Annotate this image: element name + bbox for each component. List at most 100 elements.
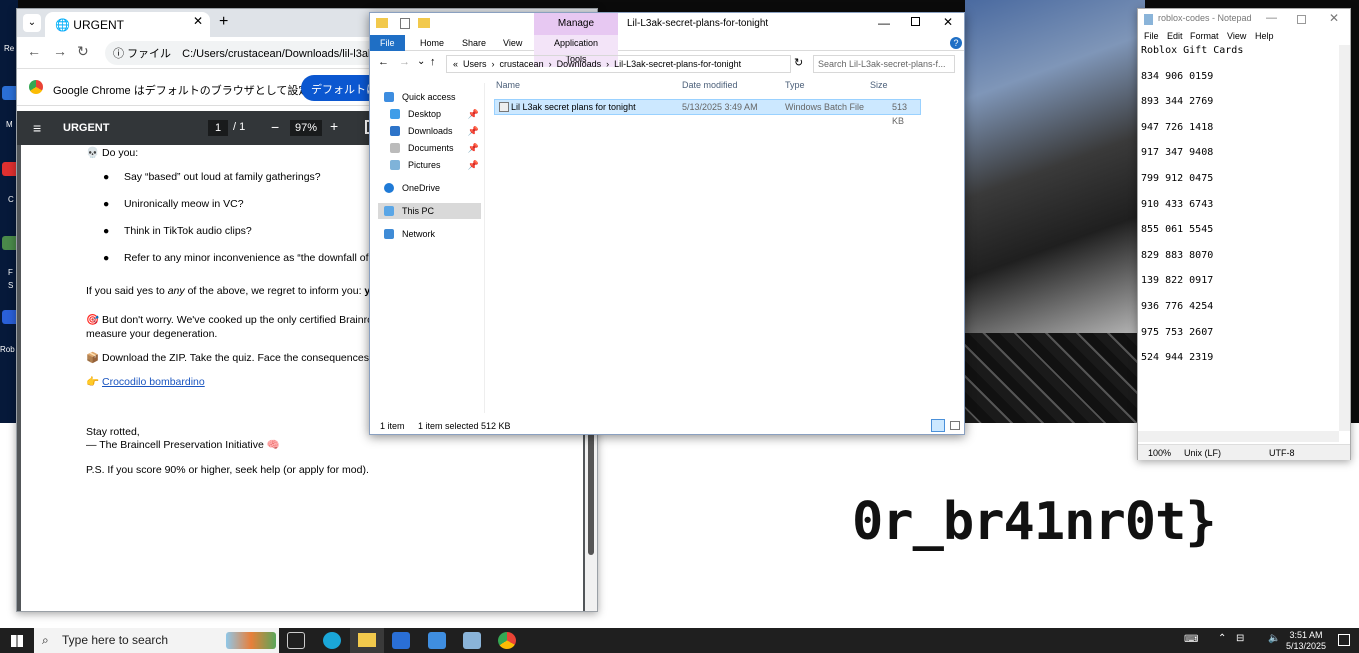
info-icon: ⓘ (113, 48, 124, 60)
list-item: ● Unironically meow in VC? (103, 198, 244, 210)
forward-button[interactable]: → (399, 56, 410, 68)
menu-help[interactable]: Help (1255, 31, 1274, 41)
pdf-lead: 💀 Do you: (86, 147, 139, 159)
explorer-taskbar-button[interactable] (350, 628, 384, 653)
title-bar: Manage Lil-L3ak-secret-plans-for-tonight… (370, 13, 964, 35)
network-icon[interactable]: ⊟ (1236, 633, 1244, 644)
file-row[interactable]: Lil L3ak secret plans for tonight 5/13/2… (494, 99, 921, 126)
notepad-icon (1144, 14, 1153, 25)
task-view-icon[interactable] (287, 632, 305, 649)
edge-icon[interactable] (323, 632, 341, 649)
window-title: Lil-L3ak-secret-plans-for-tonight (627, 18, 769, 29)
breadcrumb[interactable]: « Users › crustacean › Downloads › Lil-L… (446, 55, 791, 73)
notification-icon[interactable] (1338, 634, 1350, 646)
forward-button[interactable]: → (53, 43, 67, 59)
large-icons-view-icon[interactable] (950, 421, 960, 430)
help-icon[interactable]: ? (950, 37, 962, 49)
sidebar-item-network[interactable]: Network (378, 226, 481, 242)
selection-info: 1 item selected 512 KB (418, 421, 511, 431)
cloud-icon (384, 183, 394, 193)
mail-icon[interactable] (428, 632, 446, 649)
keyboard-icon[interactable]: ⌨ (1184, 634, 1198, 645)
recent-locations-icon[interactable]: ⌄ (417, 56, 425, 67)
sidebar-item-desktop[interactable]: Desktop 📌 (378, 106, 481, 122)
sidebar-item-quick-access[interactable]: Quick access (378, 89, 481, 105)
zoom-in-button[interactable]: + (330, 118, 338, 134)
minimize-button[interactable]: — (878, 16, 890, 30)
maximize-button[interactable] (911, 17, 920, 26)
pdf-paragraph: measure your degeneration. (86, 328, 218, 340)
graffiti-wallpaper-image (965, 333, 1145, 423)
star-icon (384, 92, 394, 102)
column-name[interactable]: Name (496, 80, 520, 90)
tab-share[interactable]: Share (452, 35, 496, 51)
minimize-button[interactable]: — (1266, 12, 1277, 24)
notepad-icon[interactable] (463, 632, 481, 649)
sidebar-item-documents[interactable]: Documents 📌 (378, 140, 481, 156)
column-date[interactable]: Date modified (682, 80, 738, 90)
horizontal-scrollbar[interactable] (1138, 431, 1339, 442)
sidebar-item-pictures[interactable]: Pictures 📌 (378, 157, 481, 173)
file-explorer-window: Manage Lil-L3ak-secret-plans-for-tonight… (369, 12, 965, 435)
close-tab-icon[interactable]: ✕ (193, 14, 203, 28)
column-size[interactable]: Size (870, 80, 888, 90)
column-type[interactable]: Type (785, 80, 805, 90)
download-icon (390, 126, 400, 136)
up-button[interactable]: ↑ (430, 56, 436, 68)
text-editor[interactable]: Roblox Gift Cards 834 906 0159 893 344 2… (1141, 45, 1337, 435)
clock[interactable]: 3:51 AM 5/13/2025 (1281, 630, 1331, 652)
menu-edit[interactable]: Edit (1167, 31, 1183, 41)
search-input[interactable]: Search Lil-L3ak-secret-plans-f... (813, 55, 955, 73)
menu-view[interactable]: View (1227, 31, 1246, 41)
crocodilo-link[interactable]: Crocodilo bombardino (102, 376, 205, 388)
close-button[interactable]: ✕ (1329, 11, 1339, 25)
details-view-icon[interactable] (931, 419, 945, 432)
chrome-icon[interactable] (498, 632, 516, 649)
zoom-level: 100% (1148, 448, 1172, 458)
globe-icon: 🌐 (55, 18, 70, 32)
tab-title: URGENT (73, 18, 124, 32)
menu-icon[interactable]: ≡ (33, 120, 41, 136)
desktop-icon-label: S (8, 281, 14, 290)
tab-file[interactable]: File (370, 35, 405, 51)
back-button[interactable]: ← (27, 43, 41, 59)
file-list: Name Date modified Type Size Lil L3ak se… (487, 76, 962, 411)
sidebar-item-downloads[interactable]: Downloads 📌 (378, 123, 481, 139)
zoom-input[interactable]: 97% (290, 120, 322, 136)
flag-text: 0r_br41nr0t} (852, 492, 1217, 552)
menu-file[interactable]: File (1144, 31, 1159, 41)
chrome-logo-icon (29, 80, 43, 94)
scrollbar-thumb[interactable] (588, 425, 594, 555)
maximize-button[interactable] (1297, 15, 1306, 24)
windows-start-icon[interactable] (11, 635, 23, 647)
tab-home[interactable]: Home (410, 35, 454, 51)
tab-view[interactable]: View (493, 35, 532, 51)
zoom-out-button[interactable]: − (271, 119, 279, 135)
reload-button[interactable]: ↻ (77, 43, 89, 60)
list-item: ● Refer to any minor inconvenience as “t… (103, 252, 385, 264)
sidebar-item-this-pc[interactable]: This PC (378, 203, 481, 219)
browser-tab[interactable]: 🌐 URGENT (45, 12, 210, 37)
address-bar[interactable]: ⓘ ファイル C:/Users/crustacean/Downloads/lil… (105, 41, 405, 65)
new-tab-button[interactable]: + (219, 13, 228, 31)
volume-icon[interactable]: 🔈 (1268, 633, 1280, 644)
page-number-input[interactable]: 1 (208, 120, 228, 136)
tab-search-button[interactable]: ⌄ (23, 14, 41, 32)
search-placeholder: Type here to search (62, 633, 169, 647)
store-icon[interactable] (392, 632, 410, 649)
status-bar: 1 item 1 item selected 512 KB (370, 418, 964, 434)
vertical-scrollbar[interactable] (1339, 45, 1350, 431)
pdf-signoff: — The Braincell Preservation Initiative … (86, 439, 280, 451)
chevron-up-icon[interactable]: ⌃ (1218, 633, 1226, 644)
sidebar-item-onedrive[interactable]: OneDrive (378, 180, 481, 196)
pdf-title: URGENT (63, 122, 110, 134)
menu-format[interactable]: Format (1190, 31, 1219, 41)
new-folder-icon[interactable] (418, 18, 430, 28)
desktop-icon (390, 109, 400, 119)
back-button[interactable]: ← (378, 56, 389, 68)
search-highlight-icon[interactable] (226, 632, 276, 649)
properties-icon[interactable] (400, 18, 410, 29)
refresh-button[interactable]: ↻ (794, 56, 803, 69)
manage-tab[interactable]: Manage (534, 13, 618, 35)
close-button[interactable]: ✕ (943, 15, 953, 29)
